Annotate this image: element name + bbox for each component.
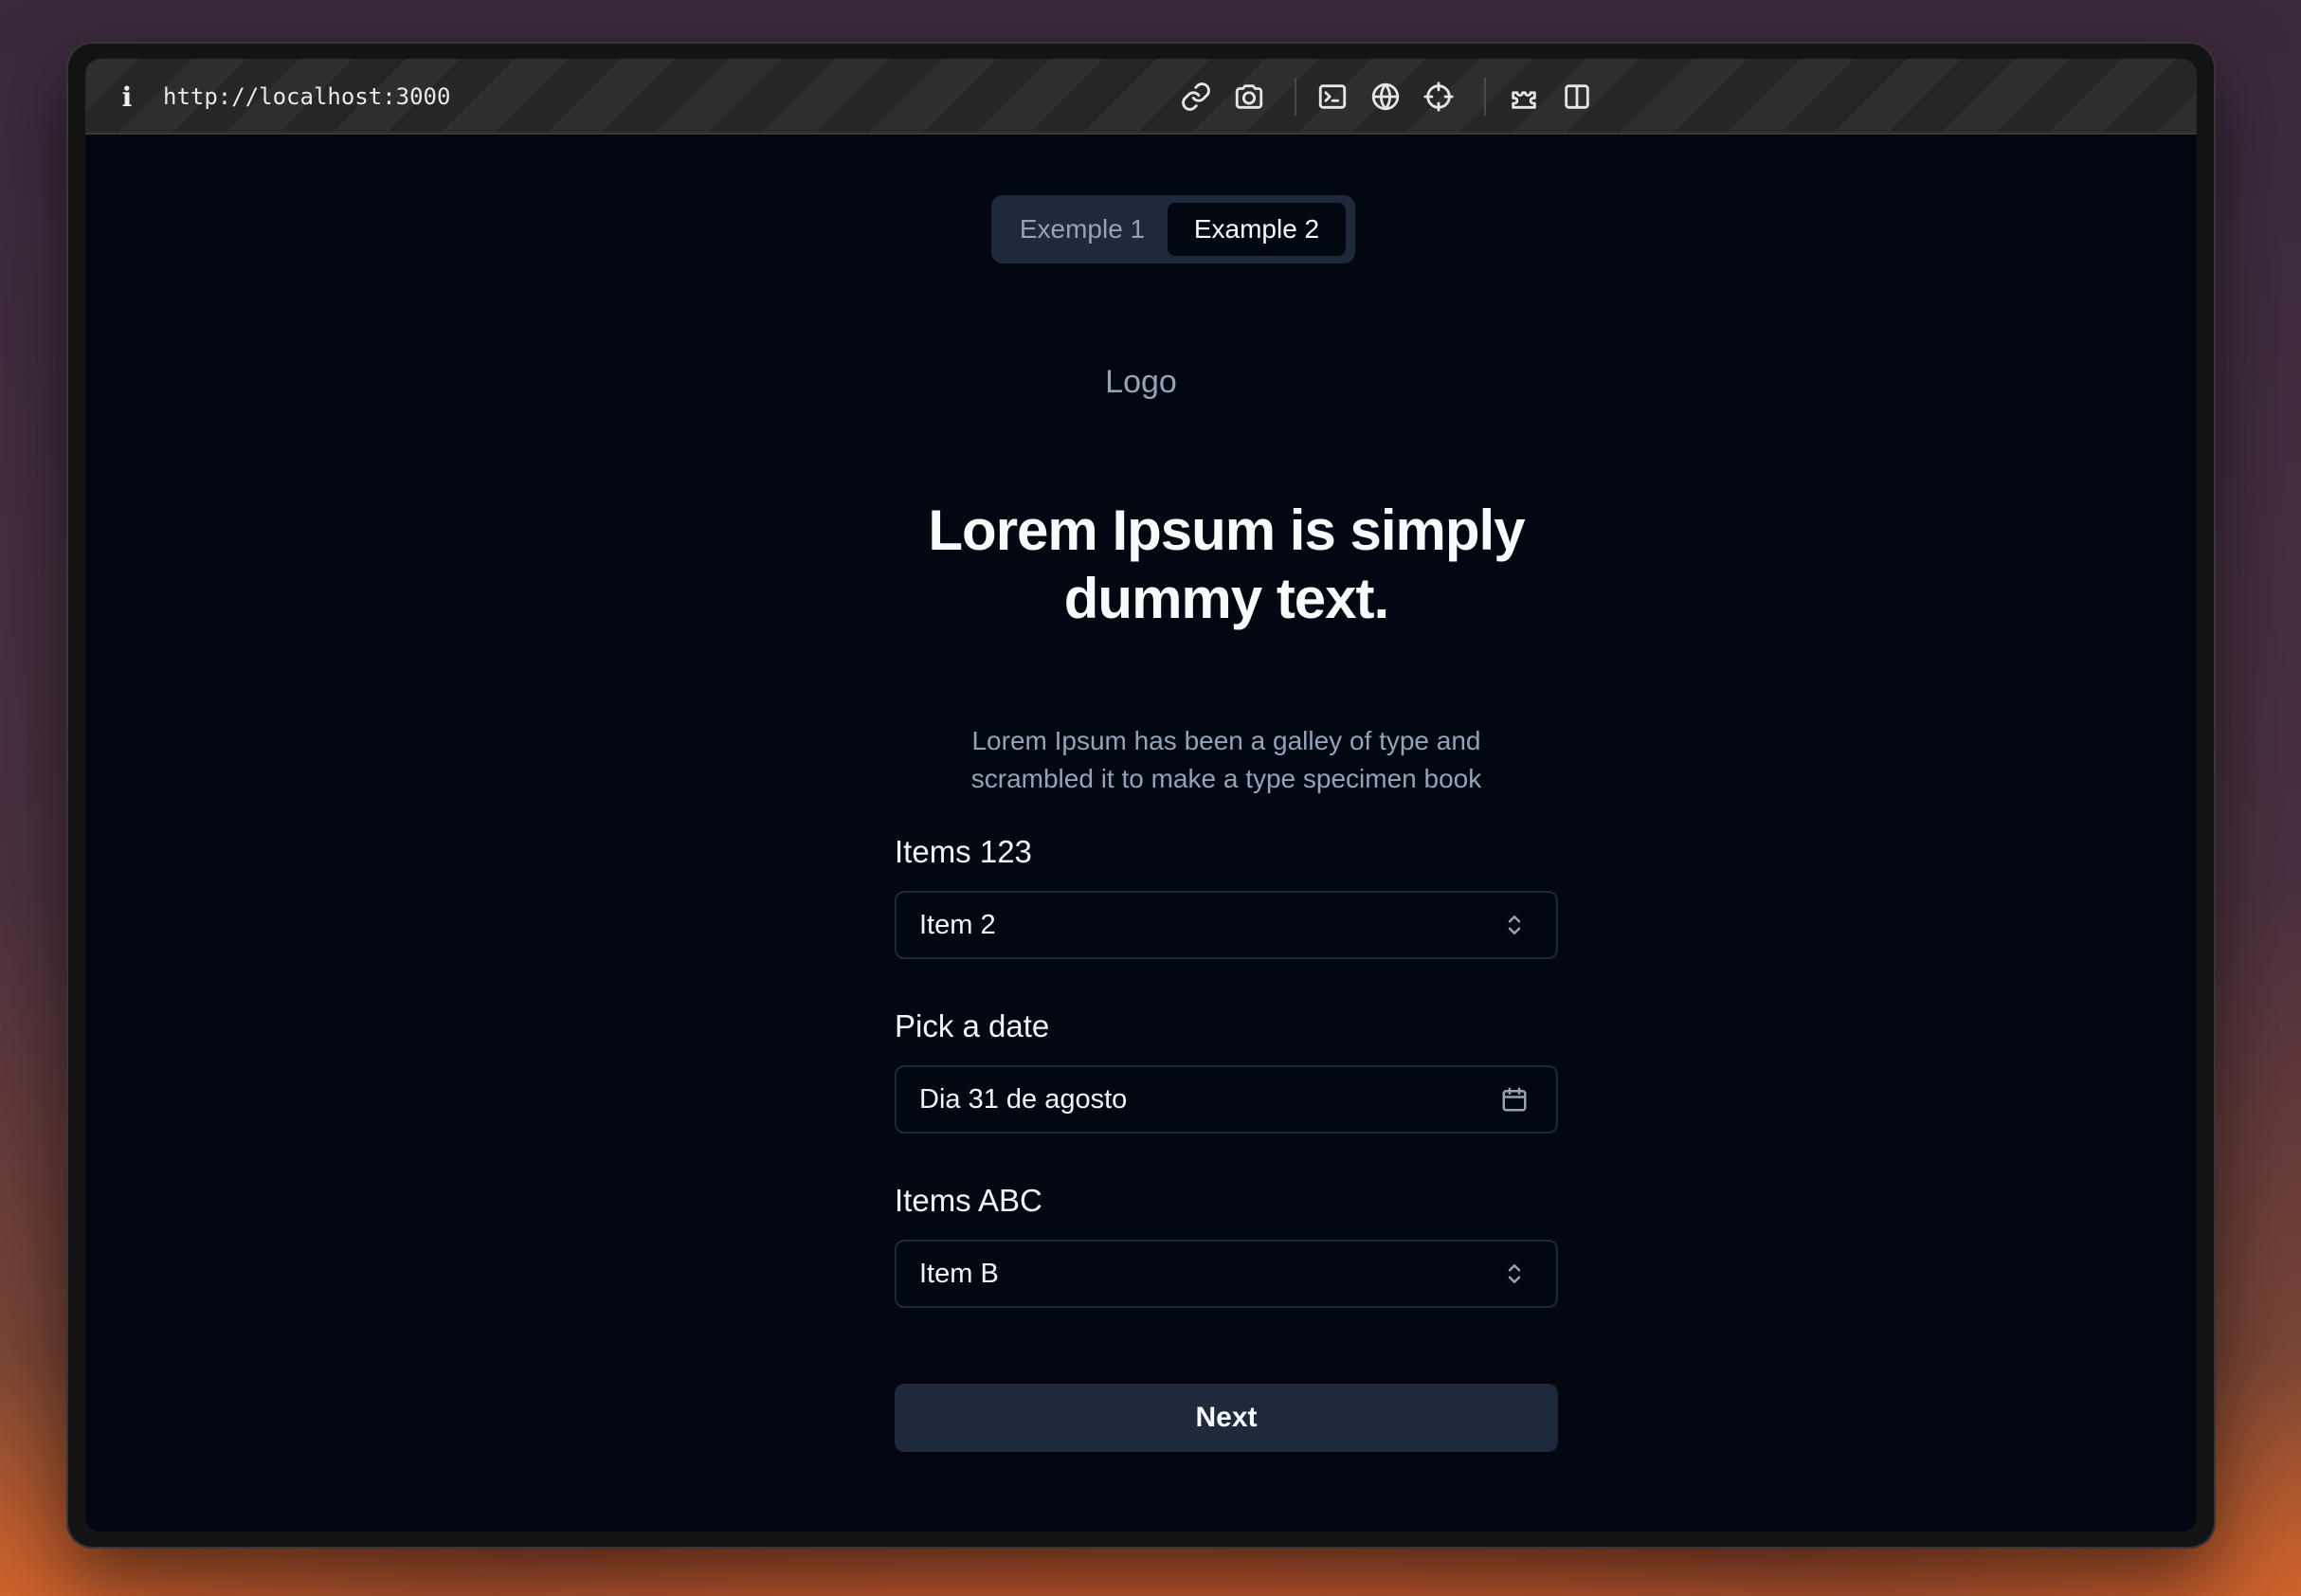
browser-frame: i http://localhost:3000 Exemple 1 Exampl… xyxy=(85,59,2197,1532)
subtitle-line-1: Lorem Ipsum has been a galley of type an… xyxy=(971,726,1481,755)
browser-window: i http://localhost:3000 Exemple 1 Exampl… xyxy=(66,42,2216,1549)
toolbar-divider xyxy=(1484,78,1486,116)
date-picker[interactable]: Dia 31 de agosto xyxy=(895,1065,1558,1134)
title-line-2: dummy text. xyxy=(1063,567,1389,630)
calendar-icon xyxy=(1499,1084,1530,1115)
puzzle-icon[interactable] xyxy=(1507,80,1541,114)
items-123-label: Items 123 xyxy=(895,834,1032,869)
split-view-icon[interactable] xyxy=(1560,80,1594,114)
subtitle-line-2: scrambled it to make a type specimen boo… xyxy=(970,764,1482,793)
chevron-up-down-icon xyxy=(1499,910,1530,940)
browser-toolbar: i http://localhost:3000 xyxy=(85,59,2197,135)
tab-exemple-1[interactable]: Exemple 1 xyxy=(997,203,1168,256)
items-abc-value: Item B xyxy=(919,1258,999,1289)
logo: Logo xyxy=(1105,364,1177,400)
next-button[interactable]: Next xyxy=(895,1384,1558,1452)
date-label: Pick a date xyxy=(895,1008,1050,1043)
toolbar-divider xyxy=(1295,78,1296,116)
crosshair-icon[interactable] xyxy=(1422,80,1456,114)
items-abc-select[interactable]: Item B xyxy=(895,1240,1558,1308)
globe-icon[interactable] xyxy=(1368,80,1403,114)
page-content: Exemple 1 Example 2 Logo Lorem Ipsum is … xyxy=(85,136,2197,1532)
link-icon[interactable] xyxy=(1179,80,1213,114)
date-value: Dia 31 de agosto xyxy=(919,1083,1128,1115)
url-bar[interactable]: http://localhost:3000 xyxy=(163,59,450,135)
tab-example-2[interactable]: Example 2 xyxy=(1168,203,1346,256)
camera-icon[interactable] xyxy=(1232,80,1266,114)
chevron-up-down-icon xyxy=(1499,1259,1530,1289)
items-abc-label: Items ABC xyxy=(895,1183,1042,1218)
terminal-icon[interactable] xyxy=(1315,80,1350,114)
title-line-1: Lorem Ipsum is simply xyxy=(928,499,1525,562)
items-123-value: Item 2 xyxy=(919,909,996,940)
info-icon[interactable]: i xyxy=(116,78,138,116)
example-tabs: Exemple 1 Example 2 xyxy=(991,195,1355,263)
items-123-select[interactable]: Item 2 xyxy=(895,891,1558,959)
page-title: Lorem Ipsum is simply dummy text. xyxy=(824,497,1628,633)
page-subtitle: Lorem Ipsum has been a galley of type an… xyxy=(919,722,1533,798)
